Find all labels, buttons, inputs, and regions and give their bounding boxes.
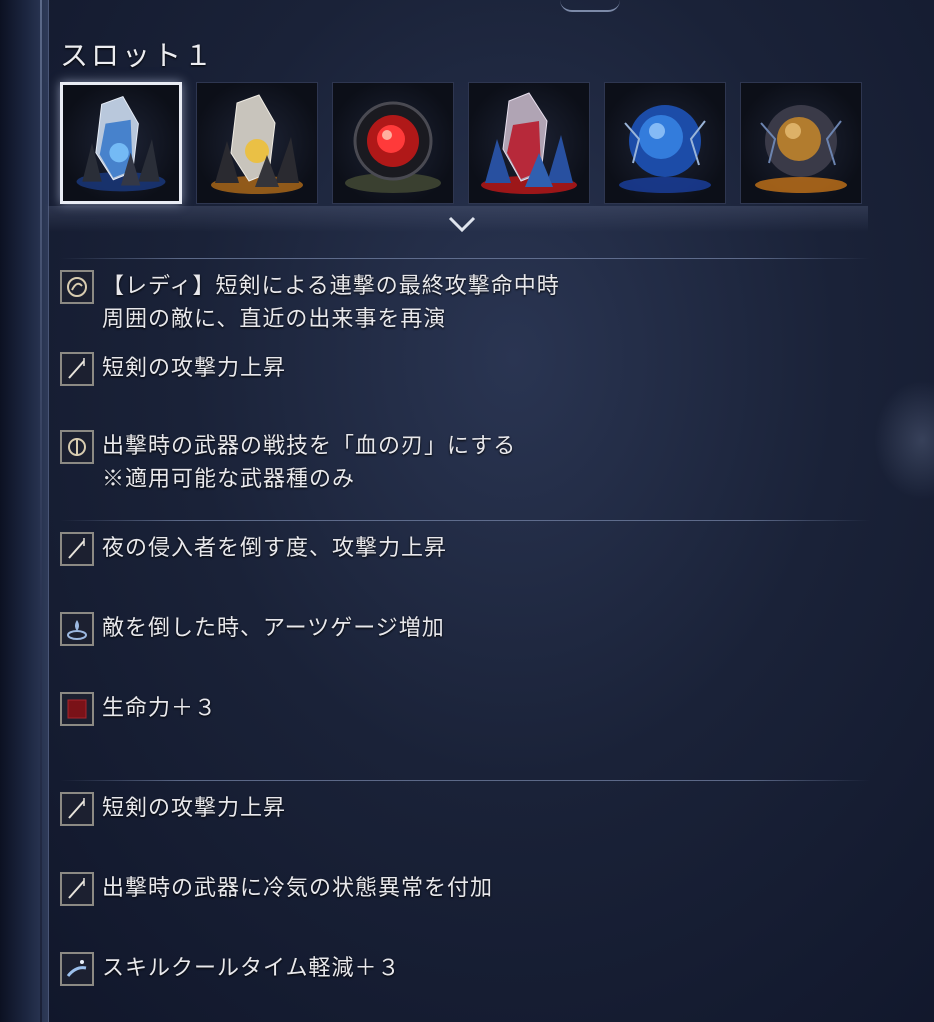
- blue-crystal-relic-icon: [76, 96, 166, 192]
- lady-skill-icon: [60, 270, 94, 304]
- weapon-skill-icon: [60, 430, 94, 464]
- effect-row: 敵を倒した時、アーツゲージ増加: [60, 612, 445, 646]
- effect-row: 夜の侵入者を倒す度、攻撃力上昇: [60, 532, 447, 566]
- sword-attack-icon: [60, 532, 94, 566]
- orange-orb-relic-icon: [755, 105, 847, 193]
- sword-attack-icon: [60, 872, 94, 906]
- effect-subtext: ※適用可能な武器種のみ: [102, 467, 356, 492]
- effect-text: 出撃時の武器に冷気の状態異常を付加: [102, 876, 494, 901]
- relic-gem-3[interactable]: [332, 82, 454, 204]
- effect-text: スキルクールタイム軽減＋３: [102, 956, 401, 981]
- skill-cooldown-icon: [60, 952, 94, 986]
- effect-row: 出撃時の武器に冷気の状態異常を付加: [60, 872, 493, 906]
- effect-text: 敵を倒した時、アーツゲージ増加: [102, 616, 445, 641]
- effect-row: 生命力＋３: [60, 692, 217, 726]
- chevron-down-icon[interactable]: [446, 214, 478, 234]
- relic-gem-1[interactable]: [60, 82, 182, 204]
- left-frame-border: [0, 0, 49, 1022]
- sword-attack-icon: [60, 792, 94, 826]
- effect-row: 出撃時の武器の戦技を「血の刃」にする ※適用可能な武器種のみ: [60, 430, 516, 496]
- effect-text: 生命力＋３: [102, 696, 218, 721]
- effect-row: 【レディ】短剣による連撃の最終攻撃命中時 周囲の敵に、直近の出来事を再演: [60, 270, 560, 336]
- effect-row: 短剣の攻撃力上昇: [60, 352, 286, 386]
- relic-gem-5[interactable]: [604, 82, 726, 204]
- effect-text: 短剣の攻撃力上昇: [102, 356, 287, 381]
- sword-attack-icon: [60, 352, 94, 386]
- red-orb-relic-icon: [345, 101, 441, 193]
- arts-gauge-icon: [60, 612, 94, 646]
- red-crystal-relic-icon: [481, 92, 577, 194]
- vigor-stat-icon: [60, 692, 94, 726]
- effect-row: スキルクールタイム軽減＋３: [60, 952, 401, 986]
- slot-title: スロット１: [60, 39, 216, 72]
- effect-text: 夜の侵入者を倒す度、攻撃力上昇: [102, 536, 448, 561]
- relic-gem-6[interactable]: [740, 82, 862, 204]
- divider: [60, 520, 870, 521]
- effect-text: 出撃時の武器の戦技を「血の刃」にする: [102, 434, 517, 459]
- relic-gem-2[interactable]: [196, 82, 318, 204]
- top-ornament: [560, 0, 620, 12]
- effect-subtext: 周囲の敵に、直近の出来事を再演: [102, 307, 447, 332]
- divider: [60, 258, 870, 259]
- right-glow: [874, 380, 934, 500]
- effect-text: 【レディ】短剣による連撃の最終攻撃命中時: [102, 274, 560, 299]
- blue-orb-relic-icon: [619, 105, 711, 193]
- effect-text: 短剣の攻撃力上昇: [102, 796, 287, 821]
- effect-row: 短剣の攻撃力上昇: [60, 792, 286, 826]
- yellow-crystal-relic-icon: [211, 94, 303, 194]
- relic-gem-4[interactable]: [468, 82, 590, 204]
- divider: [60, 780, 870, 781]
